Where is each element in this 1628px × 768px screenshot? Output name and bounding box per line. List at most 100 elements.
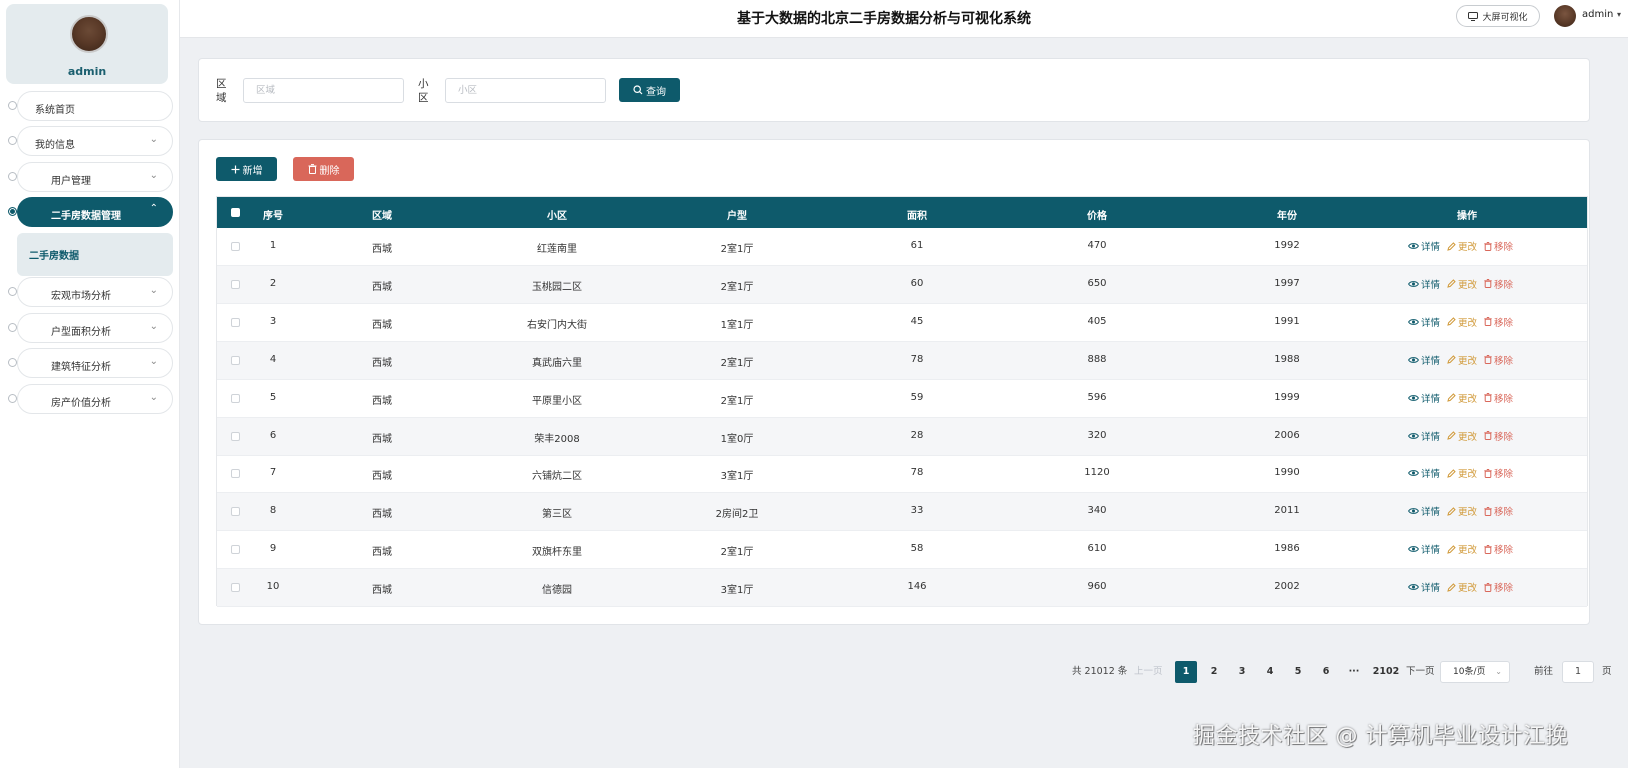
cell-community: 第三区 xyxy=(542,509,572,521)
cell-index: 4 xyxy=(269,353,277,365)
cell-community: 六铺炕二区 xyxy=(532,471,582,483)
edit-button[interactable]: 更改 xyxy=(1447,466,1477,480)
detail-button[interactable]: 详情 xyxy=(1408,429,1440,443)
add-label: 新增 xyxy=(242,165,263,177)
eye-icon xyxy=(1408,545,1419,553)
detail-button[interactable]: 详情 xyxy=(1408,391,1440,405)
next-page-button[interactable]: 下一页 xyxy=(1406,661,1435,683)
row-checkbox[interactable] xyxy=(231,507,240,517)
sidebar-item-user-management[interactable]: 用户管理 ⌄ xyxy=(17,162,173,192)
goto-page-input[interactable]: 1 xyxy=(1562,661,1594,683)
top-header: 基于大数据的北京二手房数据分析与可视化系统 大屏可视化 admin ▾ xyxy=(180,0,1628,38)
row-checkbox[interactable] xyxy=(231,393,240,403)
table-row: 10 西城 信德园 3室1厅 146 960 2002 详情 更改 移除 xyxy=(217,569,1587,608)
prev-page-button[interactable]: 上一页 xyxy=(1134,661,1163,683)
edit-button[interactable]: 更改 xyxy=(1447,429,1477,443)
community-input[interactable] xyxy=(445,78,606,103)
more-pages-button[interactable]: ··· xyxy=(1343,661,1365,683)
detail-button[interactable]: 详情 xyxy=(1408,504,1440,518)
remove-button[interactable]: 移除 xyxy=(1484,580,1513,594)
cell-community: 玉桃园二区 xyxy=(532,281,582,293)
row-checkbox[interactable] xyxy=(231,431,240,441)
detail-button[interactable]: 详情 xyxy=(1408,466,1440,480)
detail-button[interactable]: 详情 xyxy=(1408,542,1440,556)
cell-community: 平原里小区 xyxy=(532,395,582,407)
chevron-down-icon: ⌄ xyxy=(149,321,158,332)
edit-button[interactable]: 更改 xyxy=(1447,315,1477,329)
page-button[interactable]: 5 xyxy=(1287,661,1309,683)
page-button[interactable]: 4 xyxy=(1259,661,1281,683)
remove-button[interactable]: 移除 xyxy=(1484,353,1513,367)
edit-button[interactable]: 更改 xyxy=(1447,504,1477,518)
user-name[interactable]: admin xyxy=(1582,9,1613,20)
cell-community: 右安门内大街 xyxy=(527,319,587,331)
cell-community: 双旗杆东里 xyxy=(532,547,582,559)
remove-button[interactable]: 移除 xyxy=(1484,277,1513,291)
remove-button[interactable]: 移除 xyxy=(1484,466,1513,480)
eye-icon xyxy=(1408,356,1419,364)
sidebar-item-my-info[interactable]: 我的信息 ⌄ xyxy=(17,126,173,156)
cell-index: 8 xyxy=(269,505,277,517)
edit-button[interactable]: 更改 xyxy=(1447,277,1477,291)
remove-button[interactable]: 移除 xyxy=(1484,504,1513,518)
detail-button[interactable]: 详情 xyxy=(1408,277,1440,291)
sidebar-item-macro-market[interactable]: 宏观市场分析 ⌄ xyxy=(17,277,173,307)
row-checkbox[interactable] xyxy=(231,545,240,555)
page-size-select[interactable]: 10条/页 ⌄ xyxy=(1440,661,1510,683)
user-avatar[interactable] xyxy=(1554,5,1576,27)
edit-button[interactable]: 更改 xyxy=(1447,239,1477,253)
page-button-last[interactable]: 2102 xyxy=(1368,661,1404,683)
row-actions: 详情 更改 移除 xyxy=(1408,239,1513,253)
bigscreen-button[interactable]: 大屏可视化 xyxy=(1456,5,1540,27)
trash-icon xyxy=(1484,468,1492,478)
edit-button[interactable]: 更改 xyxy=(1447,391,1477,405)
trash-icon xyxy=(1484,544,1492,554)
page-button[interactable]: 3 xyxy=(1231,661,1253,683)
select-all-checkbox[interactable] xyxy=(231,208,240,217)
row-checkbox[interactable] xyxy=(231,242,240,251)
cell-index: 1 xyxy=(269,240,277,251)
avatar[interactable] xyxy=(70,15,108,53)
submenu-item-house-data[interactable]: 二手房数据 xyxy=(17,233,173,276)
detail-button[interactable]: 详情 xyxy=(1408,315,1440,329)
column-header: 面积 xyxy=(907,211,927,222)
eye-icon xyxy=(1408,507,1419,515)
edit-button[interactable]: 更改 xyxy=(1447,580,1477,594)
page-button[interactable]: 6 xyxy=(1315,661,1337,683)
query-button[interactable]: 查询 xyxy=(619,78,680,102)
add-button[interactable]: 新增 xyxy=(216,157,277,181)
row-checkbox[interactable] xyxy=(231,583,240,593)
monitor-icon xyxy=(1468,11,1479,21)
detail-button[interactable]: 详情 xyxy=(1408,353,1440,367)
detail-button[interactable]: 详情 xyxy=(1408,580,1440,594)
edit-button[interactable]: 更改 xyxy=(1447,353,1477,367)
sidebar-item-property-value[interactable]: 房产价值分析 ⌄ xyxy=(17,384,173,414)
page-button[interactable]: 2 xyxy=(1203,661,1225,683)
table-row: 4 西城 真武庙六里 2室1厅 78 888 1988 详情 更改 移除 xyxy=(217,341,1587,380)
remove-button[interactable]: 移除 xyxy=(1484,239,1513,253)
row-checkbox[interactable] xyxy=(231,355,240,365)
sidebar-item-label: 建筑特征分析 xyxy=(51,362,111,373)
remove-label: 移除 xyxy=(1494,317,1514,329)
row-checkbox[interactable] xyxy=(231,469,240,479)
sidebar-item-home[interactable]: 系统首页 xyxy=(17,91,173,121)
page-button[interactable]: 1 xyxy=(1175,661,1197,683)
row-checkbox[interactable] xyxy=(231,279,240,289)
goto-label: 前往 xyxy=(1534,666,1554,677)
sidebar-item-layout-area[interactable]: 户型面积分析 ⌄ xyxy=(17,313,173,343)
remove-button[interactable]: 移除 xyxy=(1484,391,1513,405)
remove-button[interactable]: 移除 xyxy=(1484,315,1513,329)
cell-price: 1120 xyxy=(1084,467,1110,479)
detail-button[interactable]: 详情 xyxy=(1408,239,1440,253)
district-input[interactable] xyxy=(243,78,404,103)
delete-button[interactable]: 删除 xyxy=(293,157,354,181)
caret-down-icon[interactable]: ▾ xyxy=(1617,10,1621,19)
edit-button[interactable]: 更改 xyxy=(1447,542,1477,556)
remove-button[interactable]: 移除 xyxy=(1484,429,1513,443)
remove-button[interactable]: 移除 xyxy=(1484,542,1513,556)
menu-dot xyxy=(8,172,17,181)
row-checkbox[interactable] xyxy=(231,317,240,327)
sidebar-item-building-features[interactable]: 建筑特征分析 ⌄ xyxy=(17,348,173,378)
cell-price: 960 xyxy=(1087,581,1107,593)
sidebar-item-house-data-management[interactable]: 二手房数据管理 ⌃ xyxy=(17,197,173,227)
